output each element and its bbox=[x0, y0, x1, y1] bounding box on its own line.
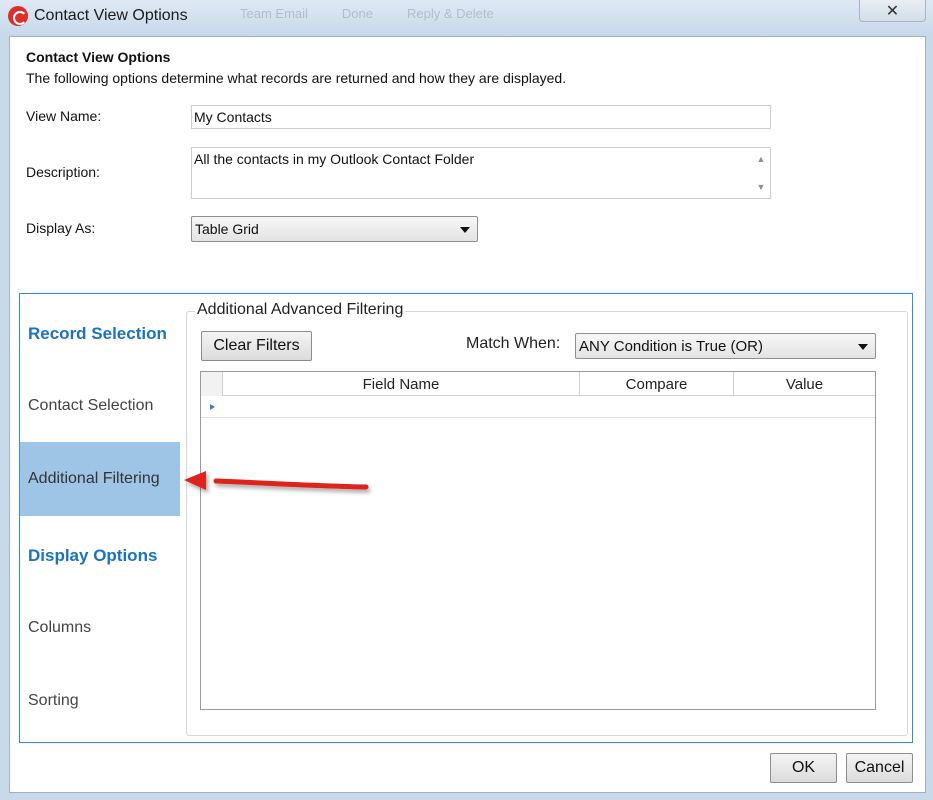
dialog-body: Contact View Options The following optio… bbox=[9, 36, 926, 793]
description-scrollbar[interactable]: ▲ ▼ bbox=[752, 148, 770, 198]
window-title: Contact View Options bbox=[34, 7, 188, 24]
description-label: Description: bbox=[26, 164, 100, 180]
background-toolbar: Team Email Done Reply & Delete bbox=[240, 6, 494, 21]
record-selection-header: Record Selection bbox=[28, 324, 167, 343]
new-row[interactable] bbox=[201, 396, 875, 418]
nav-additional-filtering[interactable]: Additional Filtering bbox=[20, 442, 180, 516]
annotation-arrow-icon bbox=[184, 471, 369, 490]
description-text: All the contacts in my Outlook Contact F… bbox=[194, 151, 475, 167]
scroll-up-icon[interactable]: ▲ bbox=[757, 154, 766, 164]
display-as-value: Table Grid bbox=[195, 221, 259, 237]
dropdown-arrow-icon bbox=[858, 344, 868, 350]
dialog-description: The following options determine what rec… bbox=[26, 70, 567, 86]
close-button[interactable]: ✕ bbox=[859, 0, 926, 22]
dropdown-arrow-icon bbox=[460, 227, 470, 233]
options-panel: Record Selection Contact Selection Addit… bbox=[19, 293, 913, 743]
view-name-input[interactable]: My Contacts bbox=[191, 105, 771, 129]
row-indicator-icon bbox=[210, 404, 215, 410]
app-logo-icon bbox=[8, 6, 28, 26]
nav-contact-selection[interactable]: Contact Selection bbox=[20, 369, 180, 443]
column-header-value[interactable]: Value bbox=[734, 372, 875, 396]
nav-columns[interactable]: Columns bbox=[20, 591, 180, 665]
match-when-label: Match When: bbox=[466, 335, 561, 352]
description-textarea[interactable]: All the contacts in my Outlook Contact F… bbox=[191, 147, 771, 199]
display-as-dropdown[interactable]: Table Grid bbox=[191, 216, 478, 242]
column-header-compare[interactable]: Compare bbox=[580, 372, 734, 396]
dialog-heading: Contact View Options bbox=[26, 49, 171, 65]
title-bar: Contact View Options Team Email Done Rep… bbox=[0, 0, 933, 36]
cancel-button[interactable]: Cancel bbox=[846, 753, 913, 783]
background-toolbar-item: Reply & Delete bbox=[407, 6, 494, 21]
row-header-corner bbox=[201, 372, 223, 396]
nav-sorting[interactable]: Sorting bbox=[20, 664, 180, 738]
scroll-down-icon[interactable]: ▼ bbox=[757, 182, 766, 192]
ok-button[interactable]: OK bbox=[770, 753, 837, 783]
match-when-dropdown[interactable]: ANY Condition is True (OR) bbox=[575, 333, 876, 359]
grid-header: Field Name Compare Value bbox=[201, 372, 875, 396]
group-title: Additional Advanced Filtering bbox=[195, 301, 406, 319]
match-when-value: ANY Condition is True (OR) bbox=[579, 338, 763, 355]
clear-filters-button[interactable]: Clear Filters bbox=[201, 331, 312, 361]
display-options-header: Display Options bbox=[28, 546, 158, 565]
background-toolbar-item: Team Email bbox=[240, 6, 308, 21]
display-as-label: Display As: bbox=[26, 220, 96, 236]
background-toolbar-item: Done bbox=[341, 6, 373, 21]
view-name-label: View Name: bbox=[26, 108, 102, 124]
column-header-field-name[interactable]: Field Name bbox=[223, 372, 580, 396]
filter-grid[interactable]: Field Name Compare Value bbox=[200, 371, 876, 710]
